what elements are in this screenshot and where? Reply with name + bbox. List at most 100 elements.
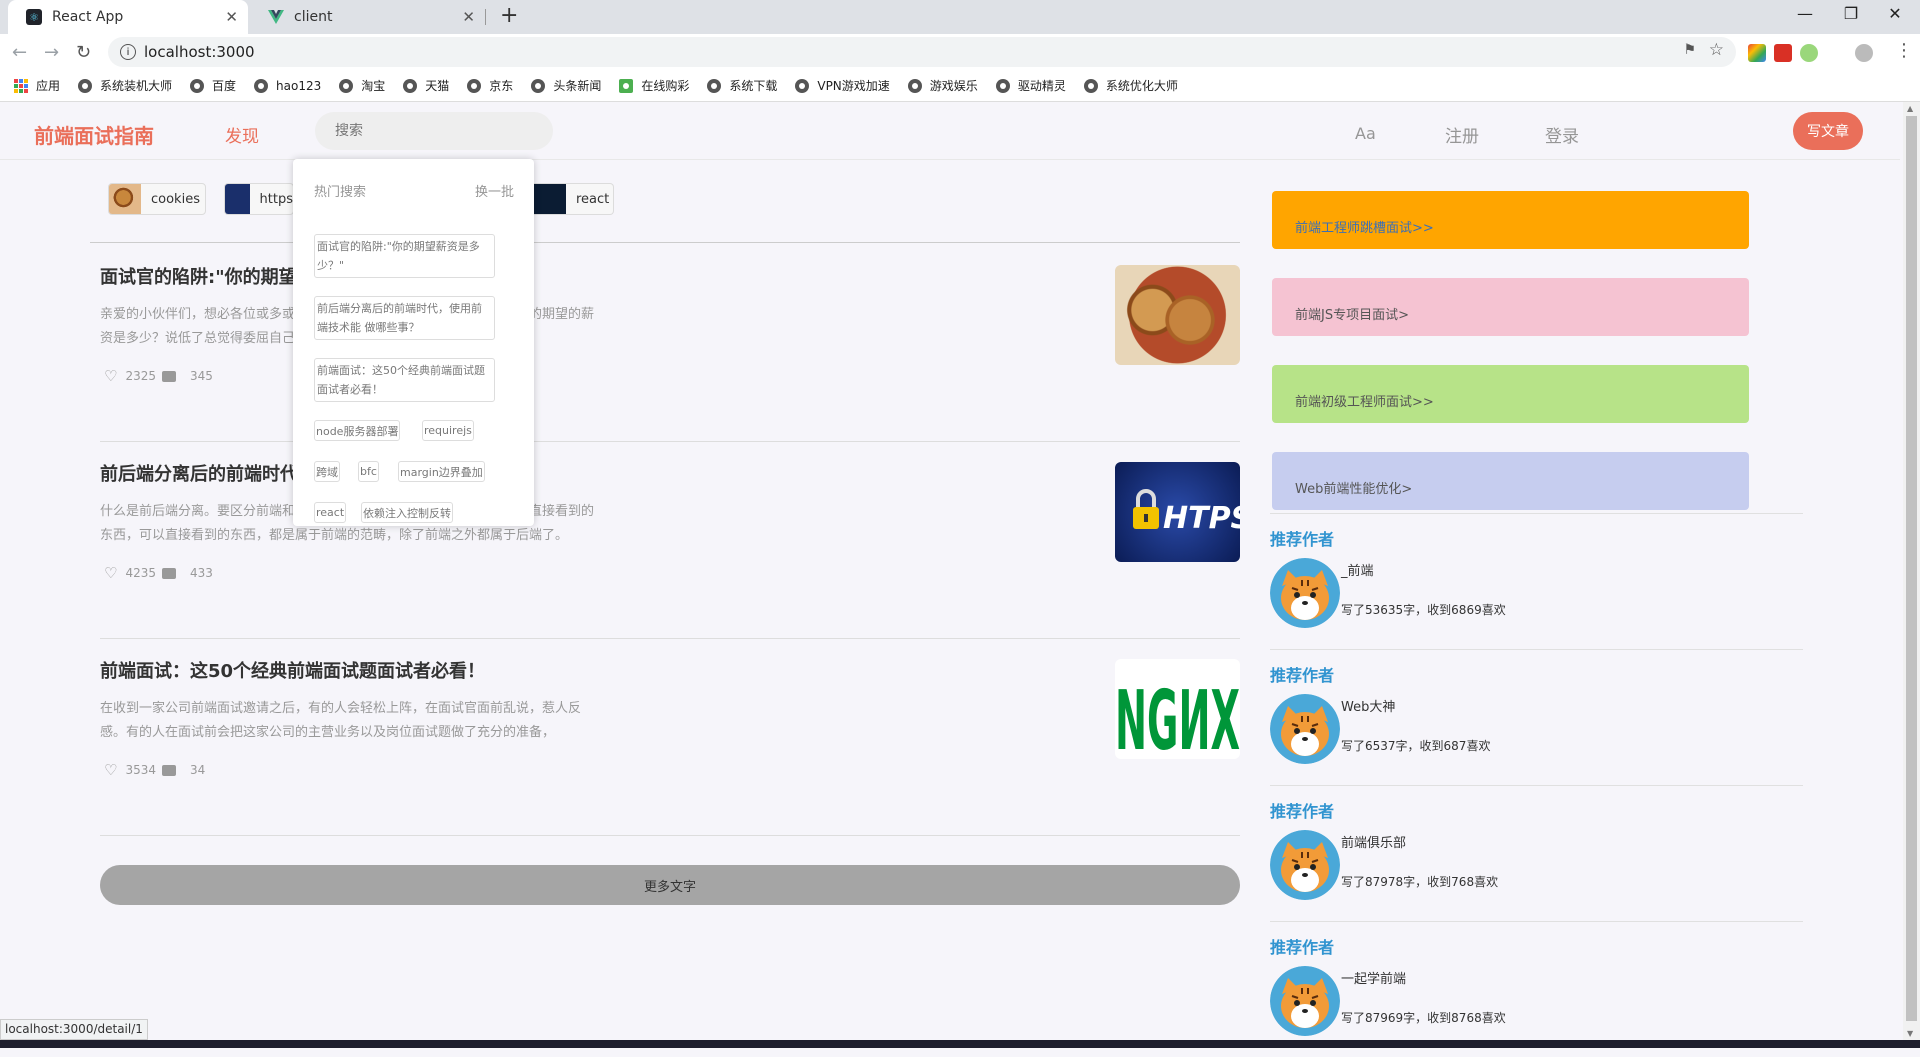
minimize-icon[interactable]: — [1790, 4, 1820, 23]
bookmark-item[interactable]: 系统优化大师 [1083, 77, 1178, 94]
author-stats: 写了53635字，收到6869喜欢 [1341, 603, 1506, 617]
author-name[interactable]: 一起学前端 [1341, 968, 1406, 987]
globe-icon [78, 78, 93, 93]
hot-search-question[interactable]: 前后端分离后的前端时代，使用前端技术能 做哪些事？ [314, 296, 495, 340]
hot-search-tag[interactable]: react [314, 502, 347, 523]
window-close-icon[interactable]: ✕ [1880, 4, 1910, 23]
hot-search-tag[interactable]: requirejs [422, 420, 474, 441]
address-toolbar: ← → ↻ i localhost:3000 ⚑ ☆ ⋮ [0, 34, 1920, 70]
tab-title: client [294, 9, 333, 25]
author-avatar[interactable] [1270, 830, 1340, 900]
topic-tag[interactable]: https [224, 183, 294, 215]
bookmark-item[interactable]: 游戏娱乐 [907, 77, 978, 94]
topic-thumbnail [225, 184, 250, 214]
article-item[interactable]: 前端面试：这50个经典前端面试题面试者必看！ 在收到一家公司前端面试邀请之后，有… [100, 639, 1240, 836]
scrollbar-thumb[interactable] [1906, 116, 1917, 1021]
hot-search-question[interactable]: 面试官的陷阱:"你的期望薪资是多少？" [314, 234, 495, 278]
bookmark-label: 头条新闻 [553, 79, 602, 93]
site-logo[interactable]: 前端面试指南 [34, 120, 154, 149]
topic-thumbnail [534, 184, 566, 214]
banner-link[interactable]: 前端工程师跳槽面试>> [1272, 191, 1749, 249]
bookmark-item[interactable]: 在线购彩 [619, 77, 689, 94]
hot-search-tag[interactable]: bfc [358, 461, 379, 482]
bookmark-label: 在线购彩 [641, 79, 690, 93]
close-tab-icon[interactable]: ✕ [462, 8, 475, 26]
author-avatar[interactable] [1270, 966, 1340, 1036]
article-item[interactable]: 前后端分离后的前端时代，使用前端技术能做哪些事？ 什么是前后端分离。要区分前端和… [100, 442, 1240, 639]
new-tab-button[interactable]: + [500, 3, 518, 28]
restore-icon[interactable]: ❐ [1836, 4, 1866, 23]
login-link[interactable]: 登录 [1545, 122, 1579, 147]
article-meta: ♡ 3534 34 [100, 761, 205, 779]
author-avatar[interactable] [1270, 694, 1340, 764]
bookmark-item[interactable]: 天猫 [403, 77, 449, 94]
hot-search-question[interactable]: 前端面试：这50个经典前端面试题面试者必看！ [314, 358, 495, 402]
author-name[interactable]: 前端俱乐部 [1341, 832, 1406, 851]
extension-icon[interactable] [1748, 44, 1766, 62]
load-more-button[interactable]: 更多文字 [100, 865, 1240, 905]
banner-link[interactable]: Web前端性能优化> [1272, 452, 1749, 510]
author-name[interactable]: _前端 [1341, 560, 1374, 579]
globe-icon [1083, 78, 1098, 93]
scroll-up-icon[interactable]: ▲ [1907, 104, 1913, 113]
author-avatar[interactable] [1270, 558, 1340, 628]
write-article-button[interactable]: 写文章 [1793, 112, 1863, 150]
bookmark-item[interactable]: 头条新闻 [531, 77, 601, 94]
extension-icon[interactable] [1800, 44, 1818, 62]
menu-dots-icon[interactable]: ⋮ [1895, 40, 1913, 61]
tab-react-app[interactable]: ⚛ React App ✕ [8, 0, 248, 34]
globe-icon [707, 78, 722, 93]
bookmark-label: 应用 [36, 79, 61, 93]
forward-icon[interactable]: → [44, 42, 59, 63]
hot-search-tag[interactable]: 跨域 [314, 461, 340, 482]
hot-search-tag[interactable]: margin边界叠加 [398, 461, 485, 482]
recommended-title: 推荐作者 [1270, 666, 1335, 685]
globe-icon [254, 78, 269, 93]
recommended-author: 推荐作者 前端俱乐部 写了87978字，收到768喜欢 [1270, 785, 1803, 921]
bookmark-apps[interactable]: 应用 [14, 77, 60, 94]
bookmark-item[interactable]: 系统装机大师 [78, 77, 172, 94]
info-icon[interactable]: i [120, 44, 136, 60]
switch-batch-link[interactable]: 换一批 [475, 181, 514, 200]
hot-search-tag[interactable]: 依赖注入控制反转 [361, 502, 453, 523]
back-icon[interactable]: ← [12, 42, 27, 63]
comment-count: 433 [190, 566, 213, 580]
author-name[interactable]: Web大神 [1341, 696, 1395, 715]
profile-avatar-icon[interactable] [1855, 44, 1873, 62]
translate-icon[interactable]: ⚑ [1683, 42, 1696, 58]
search-input[interactable] [315, 112, 553, 150]
bookmark-item[interactable]: 驱动精灵 [995, 77, 1066, 94]
bookmark-item[interactable]: 淘宝 [339, 77, 385, 94]
recommended-author: 推荐作者 Web大神 写了6537字，收到687喜欢 [1270, 649, 1803, 785]
article-thumbnail[interactable] [1115, 265, 1240, 365]
recommended-title: 推荐作者 [1270, 802, 1335, 821]
nav-discover[interactable]: 发现 [225, 122, 259, 147]
bookmark-item[interactable]: 系统下载 [707, 77, 777, 94]
url-bar[interactable]: i localhost:3000 ⚑ ☆ [108, 37, 1736, 67]
bookmark-star-icon[interactable]: ☆ [1709, 40, 1724, 60]
topic-tag[interactable]: react [534, 183, 614, 215]
article-meta: ♡ 4235 433 [100, 564, 213, 582]
article-title[interactable]: 前端面试：这50个经典前端面试题面试者必看！ [100, 657, 485, 683]
extension-icon[interactable] [1774, 44, 1792, 62]
page-scrollbar[interactable]: ▲ ▼ [1903, 102, 1920, 1040]
close-tab-icon[interactable]: ✕ [225, 8, 238, 26]
bookmark-item[interactable]: hao123 [254, 78, 321, 93]
bookmark-item[interactable]: 京东 [467, 77, 513, 94]
article-thumbnail[interactable]: NGИX [1115, 659, 1240, 759]
article-thumbnail[interactable]: HTPS [1115, 462, 1240, 562]
tab-client[interactable]: client ✕ [250, 0, 485, 34]
hot-search-tag[interactable]: node服务器部署 [314, 420, 401, 441]
bookmark-item[interactable]: VPN游戏加速 [795, 77, 890, 94]
banner-link[interactable]: 前端JS专项目面试> [1272, 278, 1749, 336]
font-toggle-icon[interactable]: Aa [1355, 124, 1376, 143]
bookmark-item[interactable]: 百度 [190, 77, 236, 94]
like-icon: ♡ [104, 367, 118, 385]
scroll-down-icon[interactable]: ▼ [1907, 1029, 1913, 1038]
author-stats: 写了87969字，收到8768喜欢 [1341, 1011, 1506, 1025]
register-link[interactable]: 注册 [1445, 122, 1479, 147]
banner-link[interactable]: 前端初级工程师面试>> [1272, 365, 1749, 423]
topic-tag[interactable]: cookies [108, 183, 206, 215]
article-item[interactable]: 面试官的陷阱:"你的期望薪资是多少？" 亲爱的小伙伴们，想必各位或多或少都遇到过… [100, 245, 1240, 442]
reload-icon[interactable]: ↻ [76, 42, 91, 63]
